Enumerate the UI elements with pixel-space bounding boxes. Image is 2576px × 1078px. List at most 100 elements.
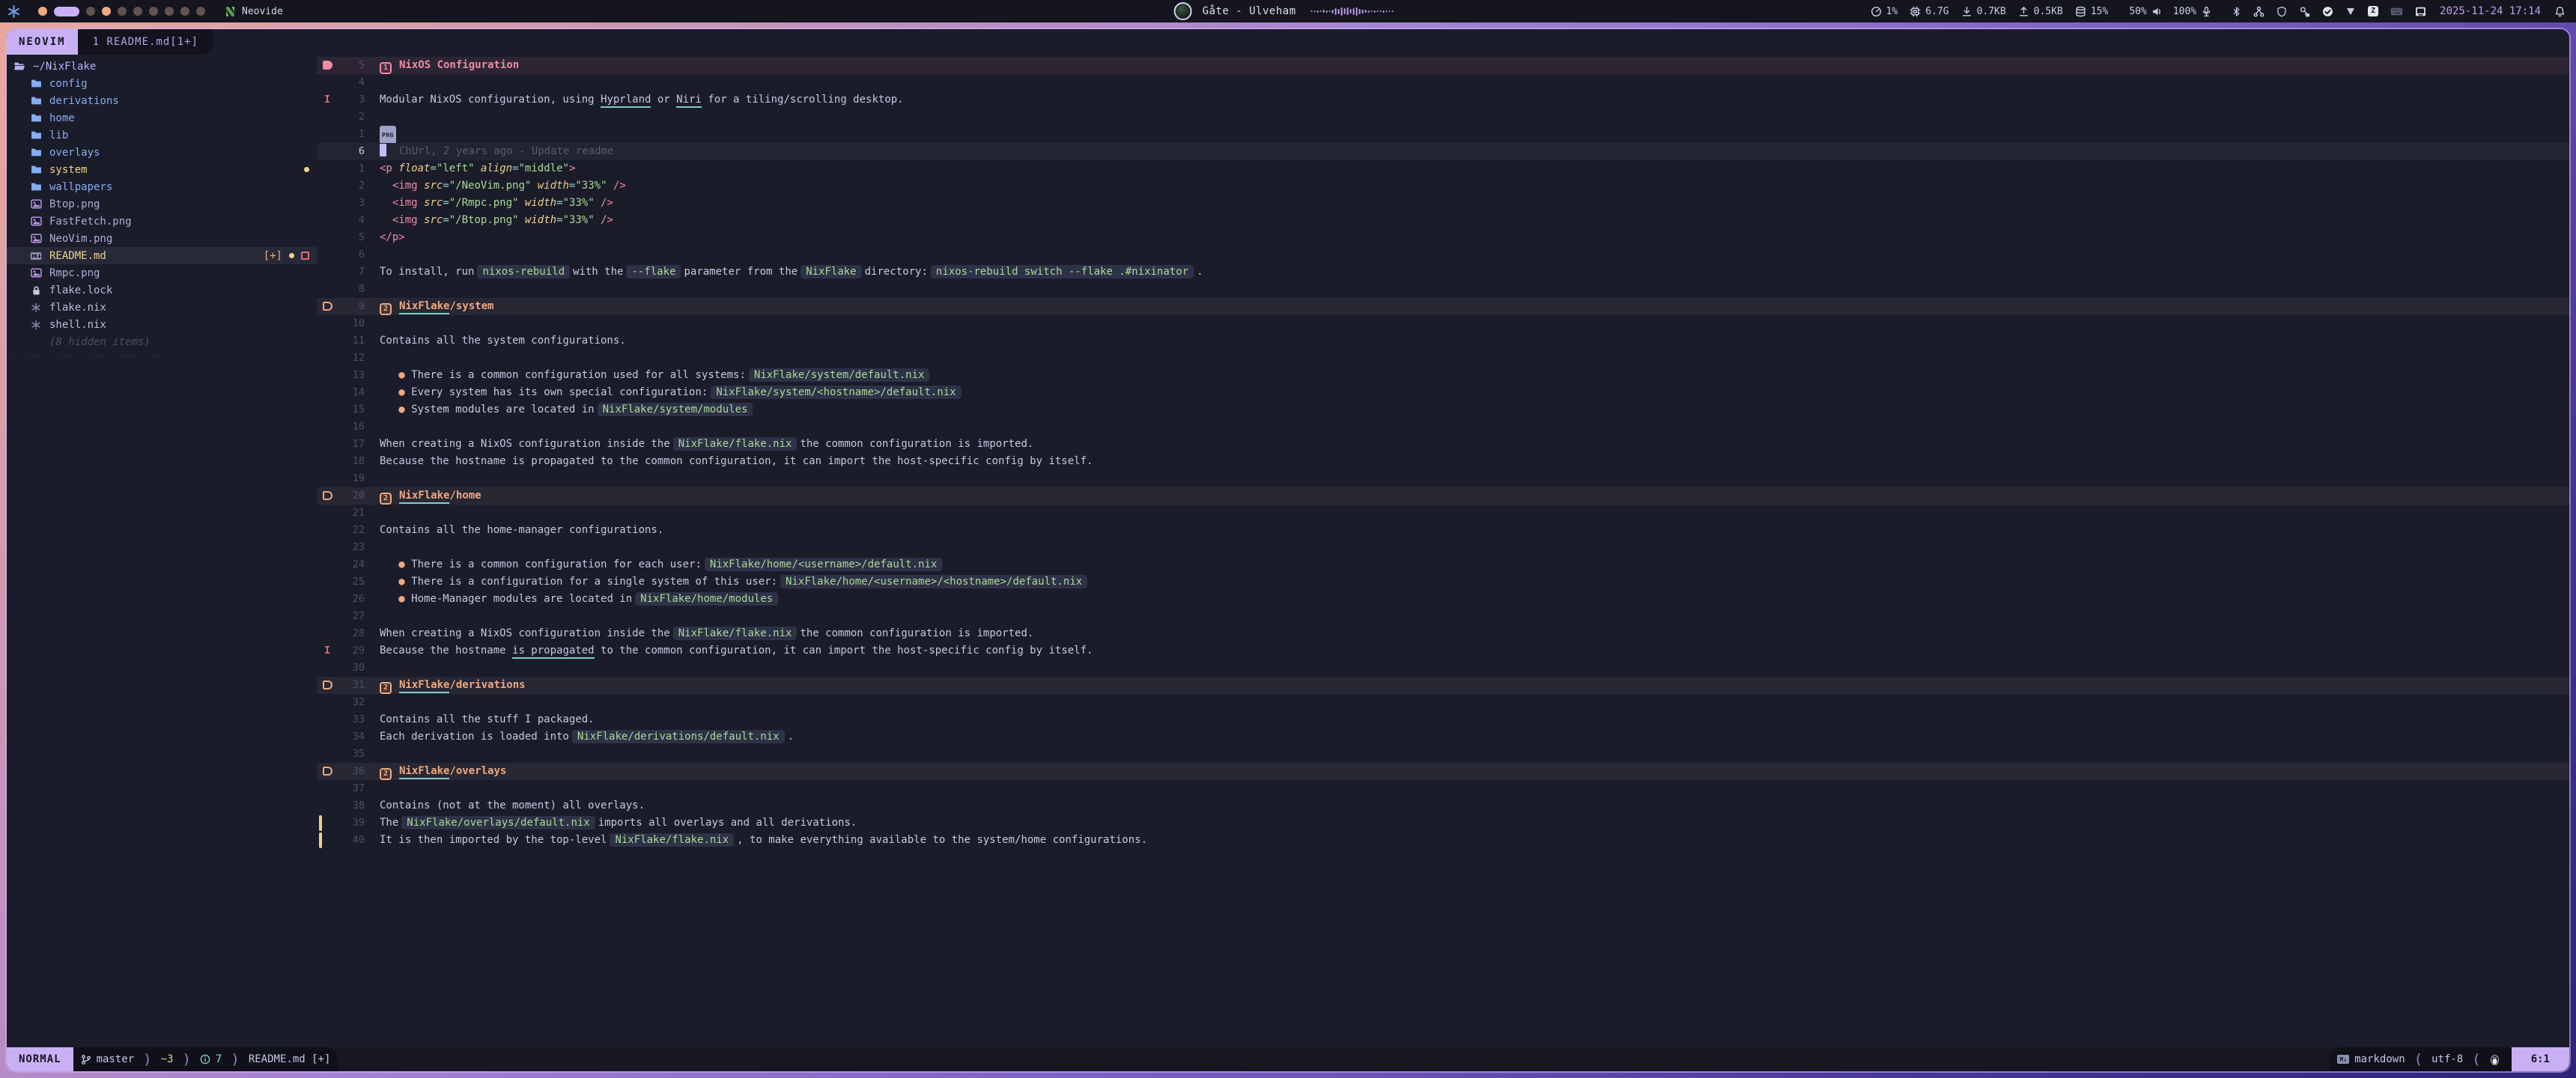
line-text [365,246,380,264]
editor-line[interactable]: 32 [317,694,2569,711]
editor-line[interactable]: 30 [317,660,2569,677]
editor-line[interactable]: 37 [317,780,2569,797]
editor-line[interactable]: 17When creating a NixOS configuration in… [317,436,2569,453]
tree-item-readme.md[interactable]: README.md[+] [7,247,317,264]
editor-line[interactable]: 4 [317,74,2569,91]
bluetooth-icon[interactable] [2232,6,2241,17]
tree-item-flake.lock[interactable]: flake.lock [7,281,317,299]
editor-line[interactable]: 2 <img src="/NeoVim.png" width="33%" /> [317,177,2569,195]
workspace-10[interactable] [196,7,205,16]
workspace-1[interactable] [38,7,47,16]
line-text [365,74,380,91]
editor-line[interactable]: 40It is then imported by the top-levelNi… [317,832,2569,849]
triangle-icon[interactable] [2345,6,2356,17]
nixos-logo-icon[interactable] [7,5,20,18]
editor-line[interactable]: 6 [317,246,2569,264]
editor-line[interactable]: 13 ● There is a common configuration use… [317,367,2569,384]
keylock-icon[interactable] [2299,6,2310,17]
editor-line[interactable]: 23 [317,539,2569,556]
editor-line[interactable]: 38Contains (not at the moment) all overl… [317,797,2569,814]
editor-line[interactable]: 1<p float="left" align="middle"> [317,160,2569,177]
audio-levels[interactable]: 50% 100% [2129,6,2212,17]
tree-item--8-hidden-items-[interactable]: (8 hidden items) [7,333,317,350]
editor-line[interactable]: 8 [317,281,2569,298]
editor-line[interactable]: 33Contains all the stuff I packaged. [317,711,2569,728]
hub-icon[interactable] [2253,6,2264,17]
editor-line[interactable]: 15 ● System modules are located inNixFla… [317,401,2569,418]
editor-line[interactable]: 22Contains all the home-manager configur… [317,522,2569,539]
info-icon [200,1054,210,1065]
editor-line[interactable]: 14 ● Every system has its own special co… [317,384,2569,401]
tree-item-btop.png[interactable]: Btop.png [7,195,317,213]
editor-line[interactable]: 19 [317,470,2569,487]
workspace-6[interactable] [133,7,142,16]
disk-icon [2075,6,2086,17]
editor-line[interactable]: 4 <img src="/Btop.png" width="33%" /> [317,212,2569,229]
tree-item-fastfetch.png[interactable]: FastFetch.png [7,213,317,230]
bell-icon[interactable] [2554,6,2566,17]
tree-empty-line: ~ [50,350,61,362]
git-change-bar [319,815,322,831]
editor-line[interactable]: 35 [317,746,2569,763]
editor-line[interactable]: 202NixFlake/home [317,487,2569,505]
tab-workspace[interactable]: NEOVIM [7,29,78,55]
editor-line[interactable]: 312NixFlake/derivations [317,677,2569,694]
tree-item-overlays[interactable]: overlays [7,144,317,161]
tree-item-wallpapers[interactable]: wallpapers [7,178,317,195]
editor-line[interactable]: 24 ● There is a common configuration for… [317,556,2569,573]
tree-item-shell.nix[interactable]: shell.nix [7,316,317,333]
editor-line[interactable]: 3 <img src="/Rmpc.png" width="33%" /> [317,195,2569,212]
speaker-level[interactable]: 50% [2129,6,2162,17]
check-icon[interactable] [2322,6,2333,17]
tree-item-lib[interactable]: lib [7,127,317,144]
git-branch[interactable]: master [73,1047,142,1071]
mic-level[interactable]: 100% [2173,6,2212,17]
editor-line[interactable]: 92NixFlake/system [317,298,2569,315]
editor-line[interactable]: 51NixOS Configuration [317,57,2569,74]
workspace-5[interactable] [118,7,127,16]
z-app-icon[interactable]: Z [2368,6,2378,16]
editor-line[interactable]: 7To install, runnixos-rebuildwith the--f… [317,264,2569,281]
tree-item-label: flake.lock [49,284,112,296]
tree-item-neovim.png[interactable]: NeoVim.png [7,230,317,247]
editor-line[interactable]: I3Modular NixOS configuration, using Hyp… [317,91,2569,109]
terminal-icon[interactable] [2415,6,2426,17]
tab-buffer-readme[interactable]: 1 README.md[1+] [78,29,213,55]
editor-line[interactable]: 11Contains all the system configurations… [317,332,2569,350]
workspace-9[interactable] [180,7,189,16]
line-text: <img src="/NeoVim.png" width="33%" /> [365,177,626,195]
keyboard-icon[interactable] [2390,6,2403,17]
editor-line[interactable]: 10 [317,315,2569,332]
editor-line[interactable]: 12 [317,350,2569,367]
editor-line[interactable]: 16 [317,418,2569,436]
diagnostics-info[interactable]: 7 [192,1047,229,1071]
workspace-7[interactable] [149,7,158,16]
shield-icon[interactable] [2276,6,2287,17]
editor-line[interactable]: 362NixFlake/overlays [317,763,2569,780]
editor-line[interactable]: 27 [317,608,2569,625]
music-widget[interactable]: Gåte - Ulveham [1174,2,1394,20]
editor-line[interactable]: 5</p> [317,229,2569,246]
editor-line[interactable]: 28When creating a NixOS configuration in… [317,625,2569,642]
tree-item-config[interactable]: config [7,75,317,92]
editor-line[interactable]: 25 ● There is a configuration for a sing… [317,573,2569,591]
workspace-2-active[interactable] [54,7,79,16]
tree-item--nixflake[interactable]: ~/NixFlake [7,58,317,75]
tree-item-flake.nix[interactable]: flake.nix [7,299,317,316]
tree-item-rmpc.png[interactable]: Rmpc.png [7,264,317,281]
editor-line[interactable]: 26 ● Home-Manager modules are located in… [317,591,2569,608]
editor-line[interactable]: 34Each derivation is loaded intoNixFlake… [317,728,2569,746]
workspace-8[interactable] [165,7,174,16]
tree-item-home[interactable]: home [7,109,317,127]
editor-line[interactable]: 39TheNixFlake/overlays/default.niximport… [317,814,2569,832]
editor-line[interactable]: 6 ChUrl, 2 years ago - Update readme [317,143,2569,160]
editor-line[interactable]: 2 [317,109,2569,126]
tree-item-system[interactable]: system [7,161,317,178]
workspace-4[interactable] [102,7,111,16]
editor-line[interactable]: 1PNG [317,126,2569,143]
editor-line[interactable]: 21 [317,505,2569,522]
editor-line[interactable]: 18Because the hostname is propagated to … [317,453,2569,470]
editor-line[interactable]: I29Because the hostname is propagated to… [317,642,2569,660]
workspace-3[interactable] [86,7,95,16]
tree-item-derivations[interactable]: derivations [7,92,317,109]
